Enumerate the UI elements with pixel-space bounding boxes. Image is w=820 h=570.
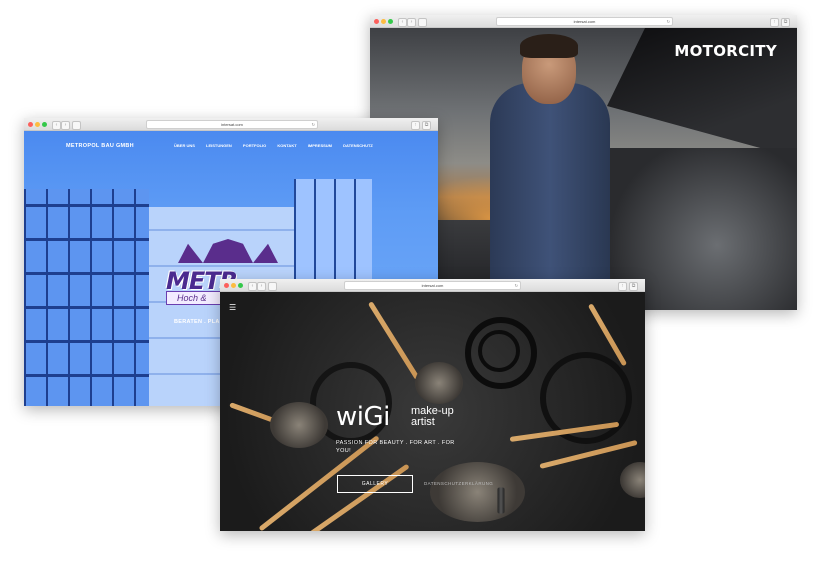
logo-roof-icon [178, 239, 278, 263]
wigi-browser-window: ‹ › intersat.com ↻ ↑ ⧉ ☰ wiGi make-up ar… [220, 279, 645, 531]
address-text: intersat.com [421, 283, 444, 288]
close-button[interactable] [224, 282, 229, 288]
gallery-button[interactable]: GALLERY [337, 475, 413, 493]
forward-icon[interactable]: › [257, 281, 266, 291]
tabs-icon[interactable]: ⧉ [781, 17, 790, 27]
back-icon[interactable]: ‹ [52, 120, 61, 130]
minimize-button[interactable] [35, 121, 40, 127]
fan-brush-image [430, 462, 525, 522]
paper-swirl-inner-image [478, 330, 520, 372]
address-text: intersat.com [573, 19, 596, 24]
menu-icon[interactable]: ☰ [229, 304, 236, 312]
browser-toolbar: ‹ › intersat.com ↻ ↑ ⧉ [220, 279, 645, 292]
tabs-icon[interactable]: ⧉ [629, 281, 638, 291]
mechanic-image [490, 83, 610, 309]
browser-toolbar: ‹ › intersat.com ↻ ↑ ⧉ [370, 15, 797, 28]
brush-ferrule-image [497, 487, 505, 514]
tabs-icon[interactable]: ⧉ [422, 120, 431, 130]
sidebar-icon[interactable] [72, 120, 81, 130]
building-image [24, 189, 149, 406]
nav-item-portfolio[interactable]: PORTFOLIO [243, 143, 266, 148]
back-icon[interactable]: ‹ [398, 17, 407, 27]
forward-icon[interactable]: › [61, 120, 70, 130]
logo-subtitle: make-up artist [411, 405, 454, 428]
share-icon[interactable]: ↑ [618, 281, 627, 291]
logo-name: wiGi [336, 402, 390, 432]
address-bar[interactable]: intersat.com ↻ [496, 17, 673, 26]
brush-bristle-image [270, 402, 328, 448]
privacy-link[interactable]: DATENSCHUTZERKLÄRUNG [424, 481, 493, 486]
hero-tagline: BERATEN . PLA [174, 319, 220, 325]
share-icon[interactable]: ↑ [770, 17, 779, 27]
reload-icon[interactable]: ↻ [312, 121, 315, 128]
address-bar[interactable]: intersat.com ↻ [146, 120, 318, 129]
nav-item-impressum[interactable]: IMPRESSUM [308, 143, 332, 148]
maximize-button[interactable] [238, 282, 243, 288]
mechanic-hair-image [520, 34, 578, 58]
minimize-button[interactable] [231, 282, 236, 288]
site-brand[interactable]: METROPOL BAU GMBH [66, 143, 134, 149]
close-button[interactable] [28, 121, 33, 127]
sidebar-icon[interactable] [268, 281, 277, 291]
reload-icon[interactable]: ↻ [515, 282, 518, 289]
nav-item-leistungen[interactable]: LEISTUNGEN [206, 143, 232, 148]
site-title: MOTORCITY [674, 42, 777, 60]
nav-item-datenschutz[interactable]: DATENSCHUTZ [343, 143, 373, 148]
nav-item-kontakt[interactable]: KONTAKT [277, 143, 296, 148]
site-navigation: METROPOL BAU GMBH ÜBER UNS LEISTUNGEN PO… [24, 131, 438, 157]
maximize-button[interactable] [42, 121, 47, 127]
address-text: intersat.com [221, 122, 243, 127]
nav-menu: ÜBER UNS LEISTUNGEN PORTFOLIO KONTAKT IM… [174, 143, 383, 148]
close-button[interactable] [374, 18, 379, 24]
share-icon[interactable]: ↑ [411, 120, 420, 130]
maximize-button[interactable] [388, 18, 393, 24]
building-tower-image [294, 179, 372, 289]
nav-item-ueber-uns[interactable]: ÜBER UNS [174, 143, 195, 148]
forward-icon[interactable]: › [407, 17, 416, 27]
back-icon[interactable]: ‹ [248, 281, 257, 291]
reload-icon[interactable]: ↻ [667, 18, 670, 25]
address-bar[interactable]: intersat.com ↻ [344, 281, 521, 290]
wigi-page: ☰ wiGi make-up artist PASSION FOR BEAUTY… [220, 292, 645, 531]
brush-bristle-image [415, 362, 463, 404]
browser-toolbar: ‹ › intersat.com ↻ ↑ ⧉ [24, 118, 438, 131]
sidebar-icon[interactable] [418, 17, 427, 27]
hero-tagline: PASSION FOR BEAUTY . FOR ART . FOR YOU! [336, 440, 455, 454]
minimize-button[interactable] [381, 18, 386, 24]
